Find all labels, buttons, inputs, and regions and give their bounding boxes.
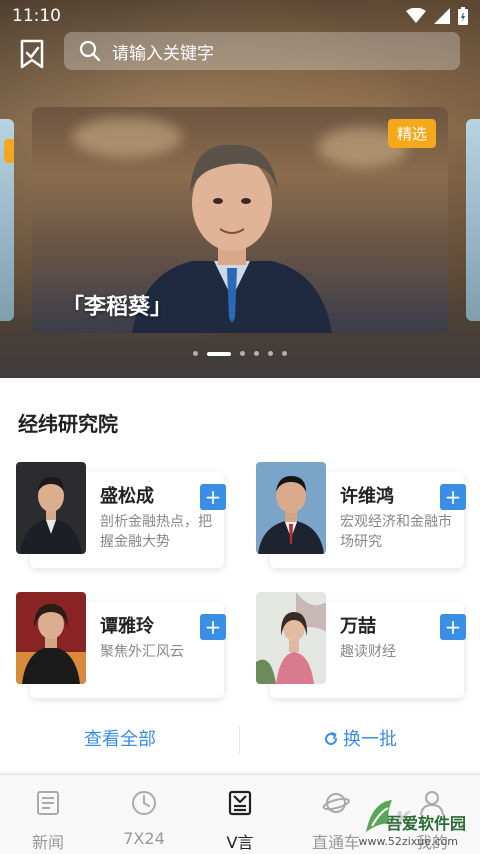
expert-desc: 趣读财经 [340, 644, 396, 660]
expert-card[interactable]: + 许维鸿 宏观经济和金融市场研究 [256, 462, 466, 568]
expert-name: 谭雅玲 [100, 616, 154, 637]
search-bar[interactable]: 请输入关键字 [64, 32, 460, 70]
carousel-dot[interactable] [282, 351, 287, 356]
status-icons [406, 7, 468, 25]
status-bar: 11:10 [0, 0, 480, 32]
expert-avatar [256, 592, 326, 684]
news-icon [37, 791, 59, 815]
carousel-main-card[interactable]: 精选 「李稻葵」 [32, 107, 448, 333]
carousel-dot-active[interactable] [207, 351, 231, 356]
follow-button[interactable]: + [200, 614, 226, 640]
tab-news[interactable]: 新闻 [0, 775, 96, 854]
carousel-caption: 「李稻葵」 [62, 295, 173, 320]
carousel-prev-card[interactable] [0, 119, 14, 321]
watermark-text: 吾爱软件园 [385, 814, 466, 833]
expert-avatar [16, 592, 86, 684]
carousel-next-card[interactable] [466, 119, 480, 321]
wifi-icon [406, 8, 426, 23]
carousel-dot[interactable] [268, 351, 273, 356]
signal-icon [434, 8, 450, 24]
status-time: 11:10 [12, 6, 61, 26]
tab-label: 新闻 [31, 833, 64, 852]
expert-card[interactable]: + 盛松成 剖析金融热点，把握金融大势 [16, 462, 226, 568]
planet-icon [322, 793, 350, 813]
carousel-dot[interactable] [254, 351, 259, 356]
panel-actions: 查看全部 换一批 [0, 720, 480, 760]
follow-button[interactable]: + [440, 614, 466, 640]
expert-avatar [256, 462, 326, 554]
expert-name: 盛松成 [100, 486, 154, 507]
research-panel: 经纬研究院 + 盛松成 剖析金融热点，把握金融大势 + 许维鸿 宏观经济和金融市… [0, 378, 480, 772]
expert-name: 许维鸿 [340, 486, 394, 507]
clock-icon [132, 791, 156, 815]
v-column-icon [228, 790, 252, 816]
expert-card[interactable]: + 万喆 趣读财经 [256, 592, 466, 698]
hero-banner: 11:10 请输入关键字 精选 「李稻葵」 [0, 0, 480, 378]
refresh-button[interactable]: 换一批 [240, 720, 480, 760]
carousel-dot[interactable] [193, 351, 198, 356]
tab-7x24[interactable]: 7X24 [96, 775, 192, 854]
view-all-button[interactable]: 查看全部 [0, 720, 240, 760]
featured-badge: 精选 [387, 119, 436, 148]
bottom-tab-bar: 新闻 7X24 V言 直通车 我的 K 吾爱软件园 www.52zixue.co… [0, 774, 480, 854]
expert-desc: 聚焦外汇风云 [100, 644, 184, 660]
section-title: 经纬研究院 [18, 412, 118, 436]
watermark: K 吾爱软件园 www.52zixue.com [358, 796, 474, 850]
watermark-url: www.52zixue.com [358, 835, 458, 848]
carousel-indicator [0, 351, 480, 356]
refresh-icon [325, 732, 337, 745]
expert-avatar [16, 462, 86, 554]
expert-card[interactable]: + 谭雅玲 聚焦外汇风云 [16, 592, 226, 698]
refresh-label: 换一批 [343, 729, 397, 750]
bookmark-check-icon[interactable] [16, 38, 48, 70]
expert-name: 万喆 [340, 616, 376, 637]
battery-icon [458, 7, 468, 25]
expert-desc: 宏观经济和金融市场研究 [340, 514, 452, 550]
tab-label: 7X24 [123, 829, 165, 848]
search-icon [79, 40, 101, 62]
follow-button[interactable]: + [440, 484, 466, 510]
tab-v-column[interactable]: V言 [192, 775, 288, 854]
top-bar: 请输入关键字 [0, 32, 480, 72]
search-placeholder: 请输入关键字 [112, 43, 214, 64]
carousel[interactable]: 精选 「李稻葵」 [0, 107, 480, 333]
tab-label: V言 [226, 833, 254, 852]
follow-button[interactable]: + [200, 484, 226, 510]
expert-desc: 剖析金融热点，把握金融大势 [100, 514, 212, 550]
carousel-dot[interactable] [240, 351, 245, 356]
